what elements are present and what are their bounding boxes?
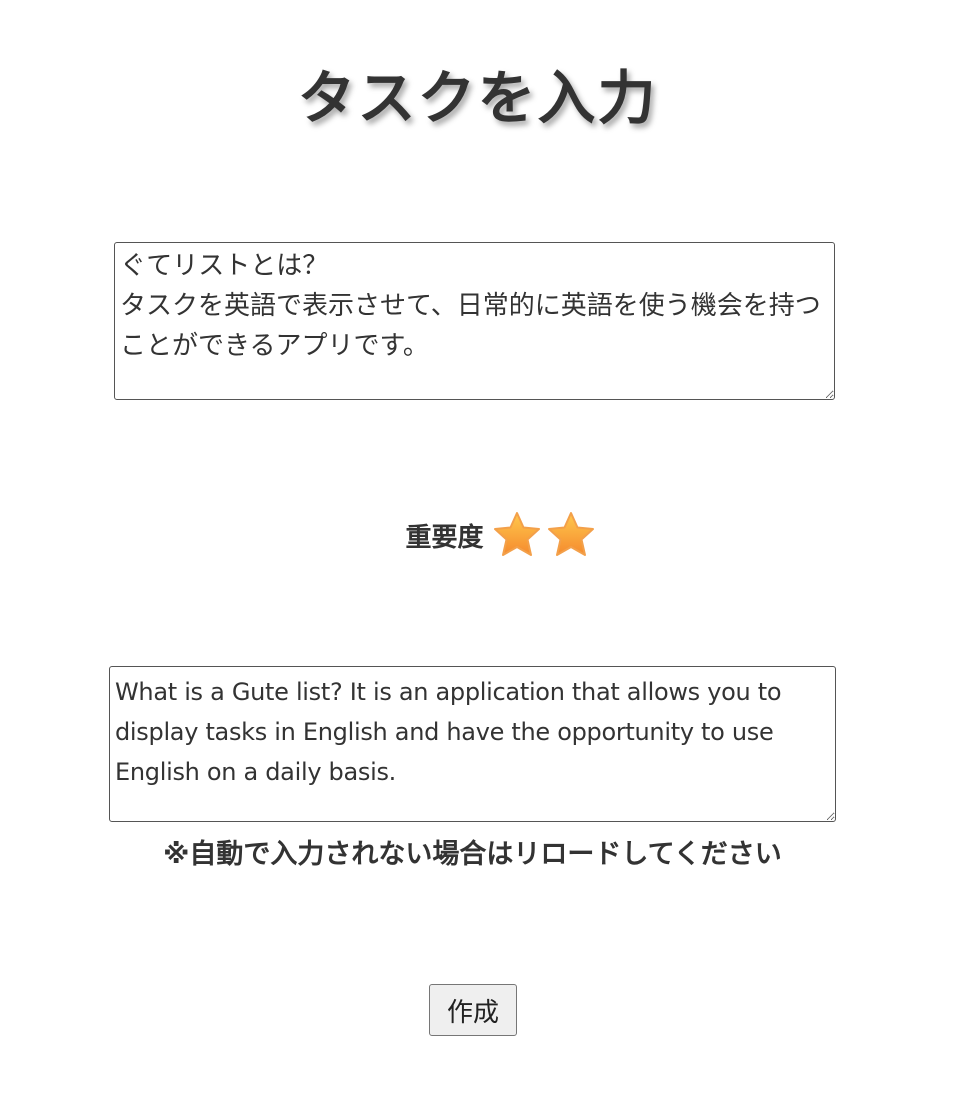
page-title: タスクを入力 <box>297 64 658 132</box>
importance-row: 重要度 <box>0 510 955 560</box>
create-button[interactable]: 作成 <box>429 984 517 1036</box>
task-japanese-textarea[interactable]: ぐてリストとは？ タスクを英語で表示させて、日常的に英語を使う機会を持つことがで… <box>114 242 835 400</box>
task-english-textarea[interactable]: What is a Gute list? It is an applicatio… <box>109 666 836 822</box>
star-icon[interactable] <box>492 510 542 560</box>
importance-label: 重要度 <box>405 522 484 553</box>
reload-notice: ※自動で入力されない場合はリロードしてください <box>163 839 782 870</box>
star-icon[interactable] <box>546 510 596 560</box>
